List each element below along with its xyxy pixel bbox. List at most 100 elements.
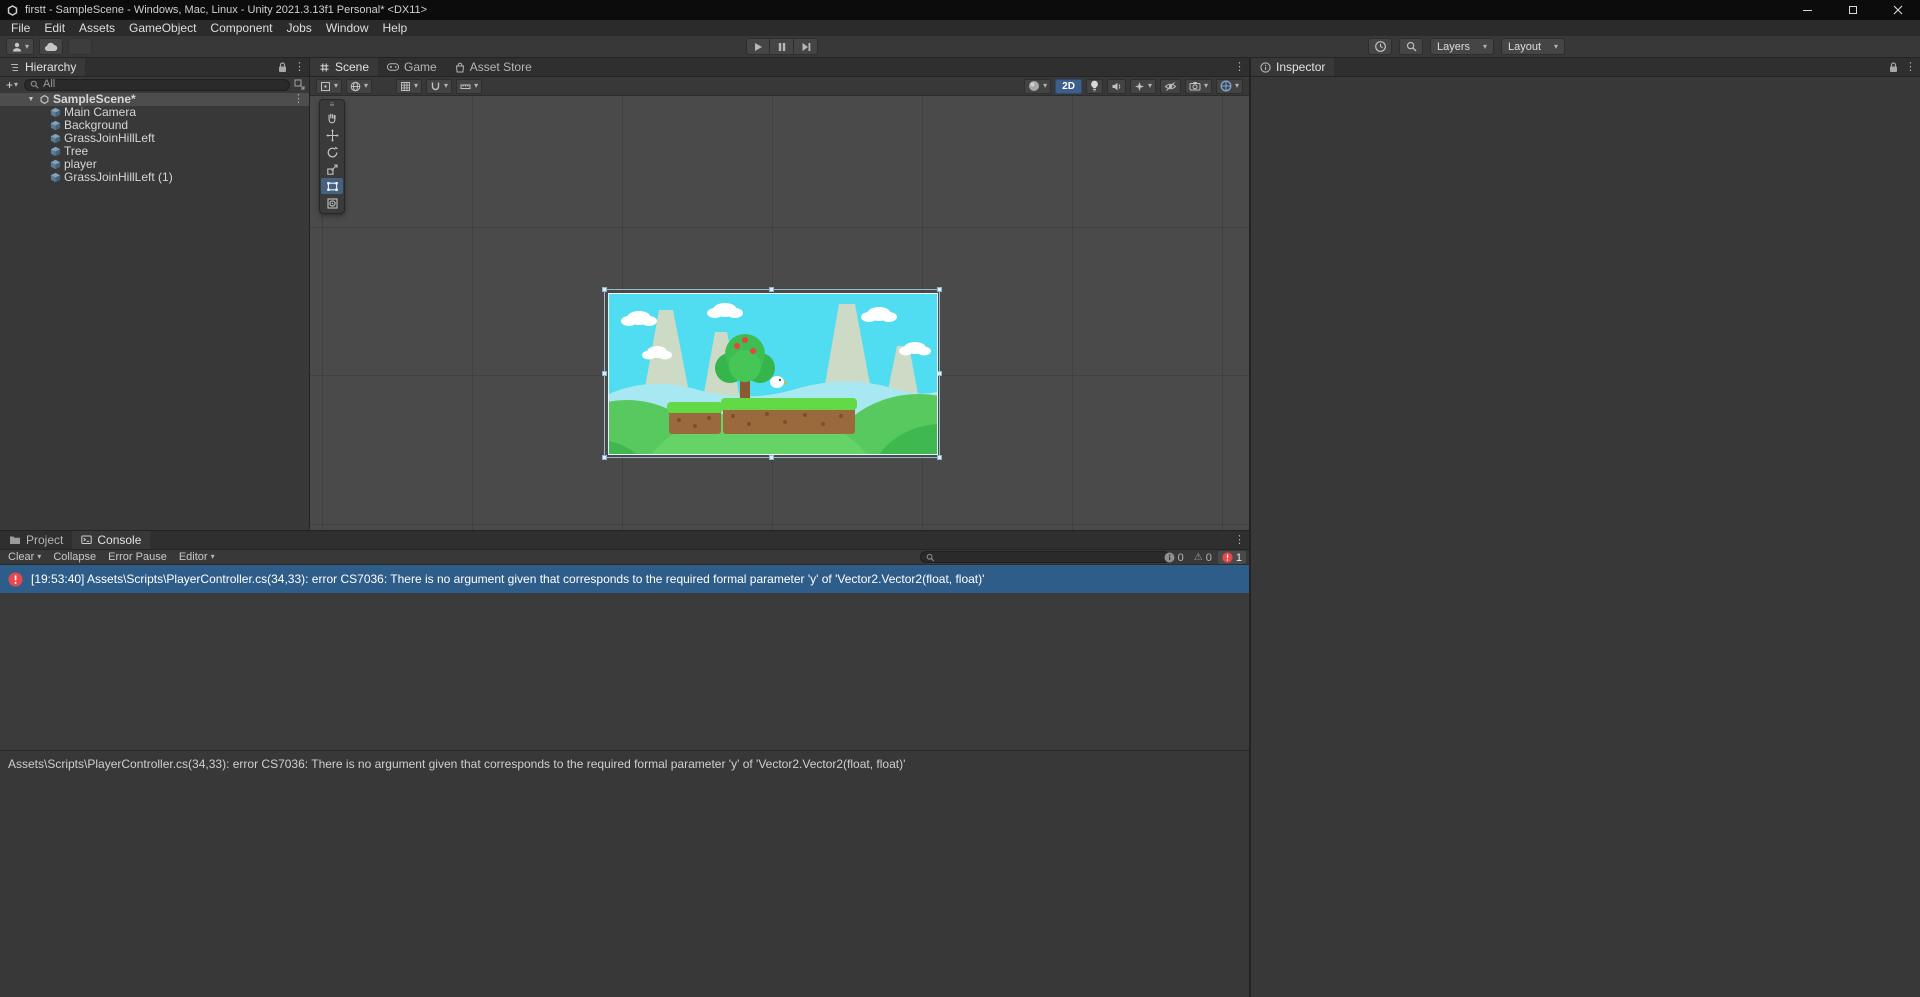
rect-tool[interactable] [321, 178, 343, 194]
resize-handle[interactable] [937, 455, 942, 460]
undo-history-button[interactable] [1368, 38, 1392, 55]
draw-mode-dropdown[interactable]: ▾ [1024, 78, 1052, 94]
scene-camera-dropdown[interactable]: ▾ [1184, 78, 1212, 94]
maximize-button[interactable] [1830, 0, 1875, 20]
scene-visibility-toggle[interactable] [1159, 78, 1181, 94]
foldout-icon[interactable]: ▼ [26, 93, 36, 106]
console-search-input[interactable] [938, 551, 1164, 563]
minimize-button[interactable] [1785, 0, 1830, 20]
scene-row-sample-scene[interactable]: ▼ SampleScene* ⋮ [0, 93, 309, 106]
move-tool[interactable] [321, 127, 343, 143]
search-button[interactable] [1399, 38, 1423, 55]
lock-icon[interactable] [1889, 61, 1898, 73]
scene-viewport[interactable]: ≡ [310, 96, 1249, 530]
error-filter-toggle[interactable]: 1 [1217, 551, 1246, 564]
chevron-down-icon: ▾ [1553, 41, 1558, 51]
clear-button[interactable]: Clear ▾ [2, 550, 47, 565]
tab-project[interactable]: Project [0, 531, 72, 549]
hierarchy-item-grassjoinhillleft-1[interactable]: GrassJoinHillLeft (1) [0, 171, 309, 184]
menu-help[interactable]: Help [376, 20, 415, 36]
hierarchy-search-input[interactable]: All [24, 78, 290, 91]
plus-icon: + [6, 77, 14, 92]
gameobject-icon [50, 172, 61, 183]
inspector-tab-bar: Inspector ⋮ [1251, 58, 1920, 77]
close-button[interactable] [1875, 0, 1920, 20]
toggle-2d-button[interactable]: 2D [1055, 78, 1082, 94]
kebab-menu-icon[interactable]: ⋮ [1905, 61, 1916, 73]
step-icon [802, 42, 810, 51]
resize-handle[interactable] [937, 287, 942, 292]
layers-dropdown[interactable]: Layers ▾ [1430, 38, 1494, 55]
scene-effects-dropdown[interactable]: ▾ [1129, 78, 1156, 94]
warning-icon: ⚠ [1193, 551, 1203, 563]
transform-tool[interactable] [321, 195, 343, 211]
warning-filter-toggle[interactable]: ⚠ 0 [1190, 551, 1216, 564]
gizmos-dropdown[interactable]: ▾ [1215, 78, 1243, 94]
tool-handle-rotation-dropdown[interactable]: ▾ [346, 78, 373, 94]
info-filter-toggle[interactable]: 0 [1160, 551, 1188, 564]
pause-button[interactable] [770, 38, 794, 55]
console-search-box[interactable] [920, 551, 1170, 563]
scene-tab-label: Scene [335, 60, 370, 74]
services-button[interactable] [68, 38, 93, 55]
gizmo-sphere-icon [1220, 80, 1232, 92]
menu-component[interactable]: Component [203, 20, 279, 36]
console-detail-pane: Assets\Scripts\PlayerController.cs(34,33… [0, 751, 1249, 997]
grid-visibility-dropdown[interactable]: ▾ [396, 78, 423, 94]
step-button[interactable] [794, 38, 818, 55]
resize-handle[interactable] [602, 287, 607, 292]
editor-dropdown[interactable]: Editor ▾ [173, 550, 221, 565]
resize-handle[interactable] [769, 287, 774, 292]
layout-dropdown[interactable]: Layout ▾ [1501, 38, 1565, 55]
kebab-menu-icon[interactable]: ⋮ [1234, 534, 1245, 546]
play-button[interactable] [746, 38, 770, 55]
scene-lighting-toggle[interactable] [1085, 78, 1103, 94]
grid-line [310, 227, 1249, 228]
lock-icon[interactable] [278, 61, 287, 73]
account-button[interactable]: ▾ [6, 38, 35, 55]
menu-gameobject[interactable]: GameObject [122, 20, 203, 36]
tool-handle-position-dropdown[interactable]: ▾ [316, 78, 343, 94]
menu-jobs[interactable]: Jobs [279, 20, 318, 36]
tab-game[interactable]: Game [378, 58, 446, 76]
resize-handle[interactable] [602, 370, 607, 376]
ruler-icon [460, 84, 471, 89]
menu-file[interactable]: File [4, 20, 37, 36]
resize-handle[interactable] [602, 455, 607, 460]
pick-filter-icon[interactable] [294, 79, 305, 90]
hierarchy-item-main-camera[interactable]: Main Camera [0, 106, 309, 119]
overlay-grip[interactable]: ≡ [321, 101, 343, 109]
scene-audio-toggle[interactable] [1106, 78, 1126, 94]
scale-tool[interactable] [321, 161, 343, 177]
console-entry-text: [19:53:40] Assets\Scripts\PlayerControll… [31, 572, 985, 586]
hierarchy-item-grassjoinhillleft[interactable]: GrassJoinHillLeft [0, 132, 309, 145]
resize-handle[interactable] [769, 455, 774, 460]
tab-console[interactable]: Console [72, 531, 151, 549]
console-error-entry[interactable]: [19:53:40] Assets\Scripts\PlayerControll… [0, 565, 1249, 593]
menu-window[interactable]: Window [319, 20, 376, 36]
menu-assets[interactable]: Assets [72, 20, 122, 36]
kebab-menu-icon[interactable]: ⋮ [293, 94, 304, 105]
snap-settings-dropdown[interactable]: ▾ [426, 78, 453, 94]
tab-hierarchy[interactable]: Hierarchy [0, 58, 86, 76]
globe-icon [350, 81, 361, 91]
tab-scene[interactable]: Scene [310, 58, 379, 76]
create-object-button[interactable]: + ▾ [4, 79, 20, 91]
clear-label: Clear [8, 550, 35, 563]
cloud-button[interactable] [39, 38, 64, 55]
snap-increment-dropdown[interactable]: ▾ [456, 78, 483, 94]
error-pause-button[interactable]: Error Pause [102, 550, 173, 565]
folder-icon [10, 536, 20, 544]
rotate-tool[interactable] [321, 144, 343, 160]
kebab-menu-icon[interactable]: ⋮ [1234, 61, 1245, 73]
layout-label: Layout [1508, 40, 1542, 53]
hierarchy-item-tree[interactable]: Tree [0, 145, 309, 158]
hand-tool[interactable] [321, 110, 343, 126]
person-icon [12, 42, 22, 51]
window-title: firstt - SampleScene - Windows, Mac, Lin… [25, 4, 428, 16]
tab-inspector[interactable]: Inspector [1251, 58, 1335, 76]
collapse-button[interactable]: Collapse [47, 550, 102, 565]
menu-edit[interactable]: Edit [37, 20, 72, 36]
tab-asset-store[interactable]: Asset Store [446, 58, 541, 76]
kebab-menu-icon[interactable]: ⋮ [294, 61, 305, 73]
